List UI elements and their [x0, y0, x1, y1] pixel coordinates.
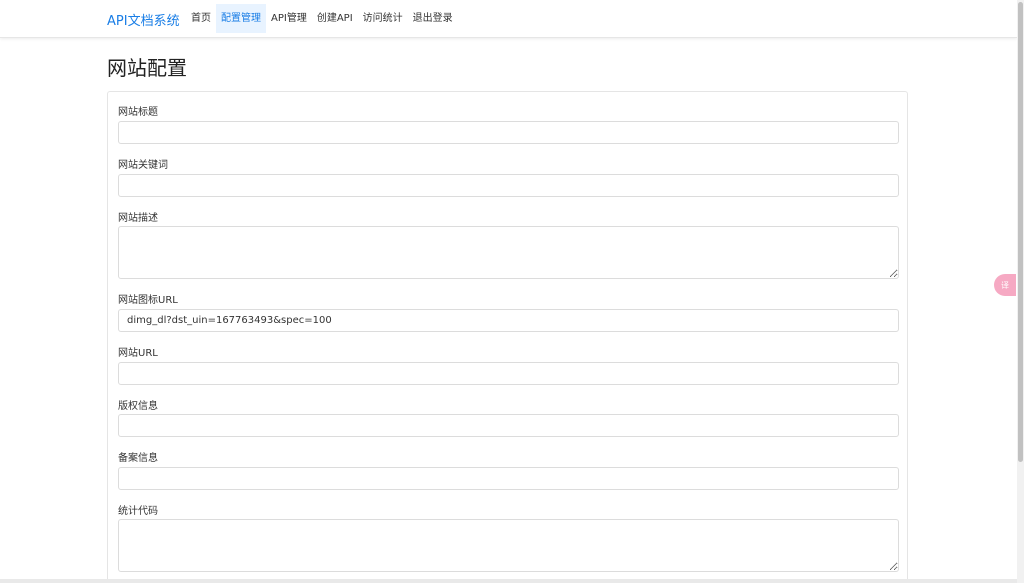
nav-item-logout[interactable]: 退出登录: [408, 4, 458, 33]
icp-label: 备案信息: [118, 453, 158, 464]
translate-icon: 译: [1001, 280, 1009, 290]
copyright-input[interactable]: [118, 414, 899, 437]
horizontal-scrollbar: [0, 579, 1017, 583]
site-url-input[interactable]: [118, 362, 899, 385]
brand-logo[interactable]: API文档系统: [107, 10, 180, 29]
config-form: 网站标题 网站关键词 网站描述 网站图标URL 网站URL 版权信息 备案信息 …: [107, 91, 908, 583]
description-label: 网站描述: [118, 213, 158, 224]
copyright-label: 版权信息: [118, 401, 158, 412]
site-url-label: 网站URL: [118, 348, 158, 359]
scrollbar-thumb[interactable]: [1018, 2, 1023, 462]
icp-input[interactable]: [118, 467, 899, 490]
icon-url-label: 网站图标URL: [118, 295, 178, 306]
nav-item-api-manage[interactable]: API管理: [266, 4, 312, 33]
nav-menu: 首页 配置管理 API管理 创建API 访问统计 退出登录: [186, 4, 458, 33]
translate-float-button[interactable]: 译: [994, 274, 1016, 296]
page-title: 网站配置: [107, 56, 187, 80]
analytics-label: 统计代码: [118, 506, 158, 517]
analytics-textarea[interactable]: [118, 519, 899, 572]
keywords-input[interactable]: [118, 174, 899, 197]
icon-url-input[interactable]: [118, 309, 899, 332]
description-textarea[interactable]: [118, 226, 899, 279]
nav-item-stats[interactable]: 访问统计: [358, 4, 408, 33]
nav-item-home[interactable]: 首页: [186, 4, 216, 33]
page-scrollbar[interactable]: [1017, 0, 1024, 583]
top-navbar: API文档系统 首页 配置管理 API管理 创建API 访问统计 退出登录: [0, 0, 1017, 38]
site-title-label: 网站标题: [118, 107, 158, 118]
nav-item-config[interactable]: 配置管理: [216, 4, 266, 33]
nav-item-create-api[interactable]: 创建API: [312, 4, 358, 33]
keywords-label: 网站关键词: [118, 160, 168, 171]
site-title-input[interactable]: [118, 121, 899, 144]
